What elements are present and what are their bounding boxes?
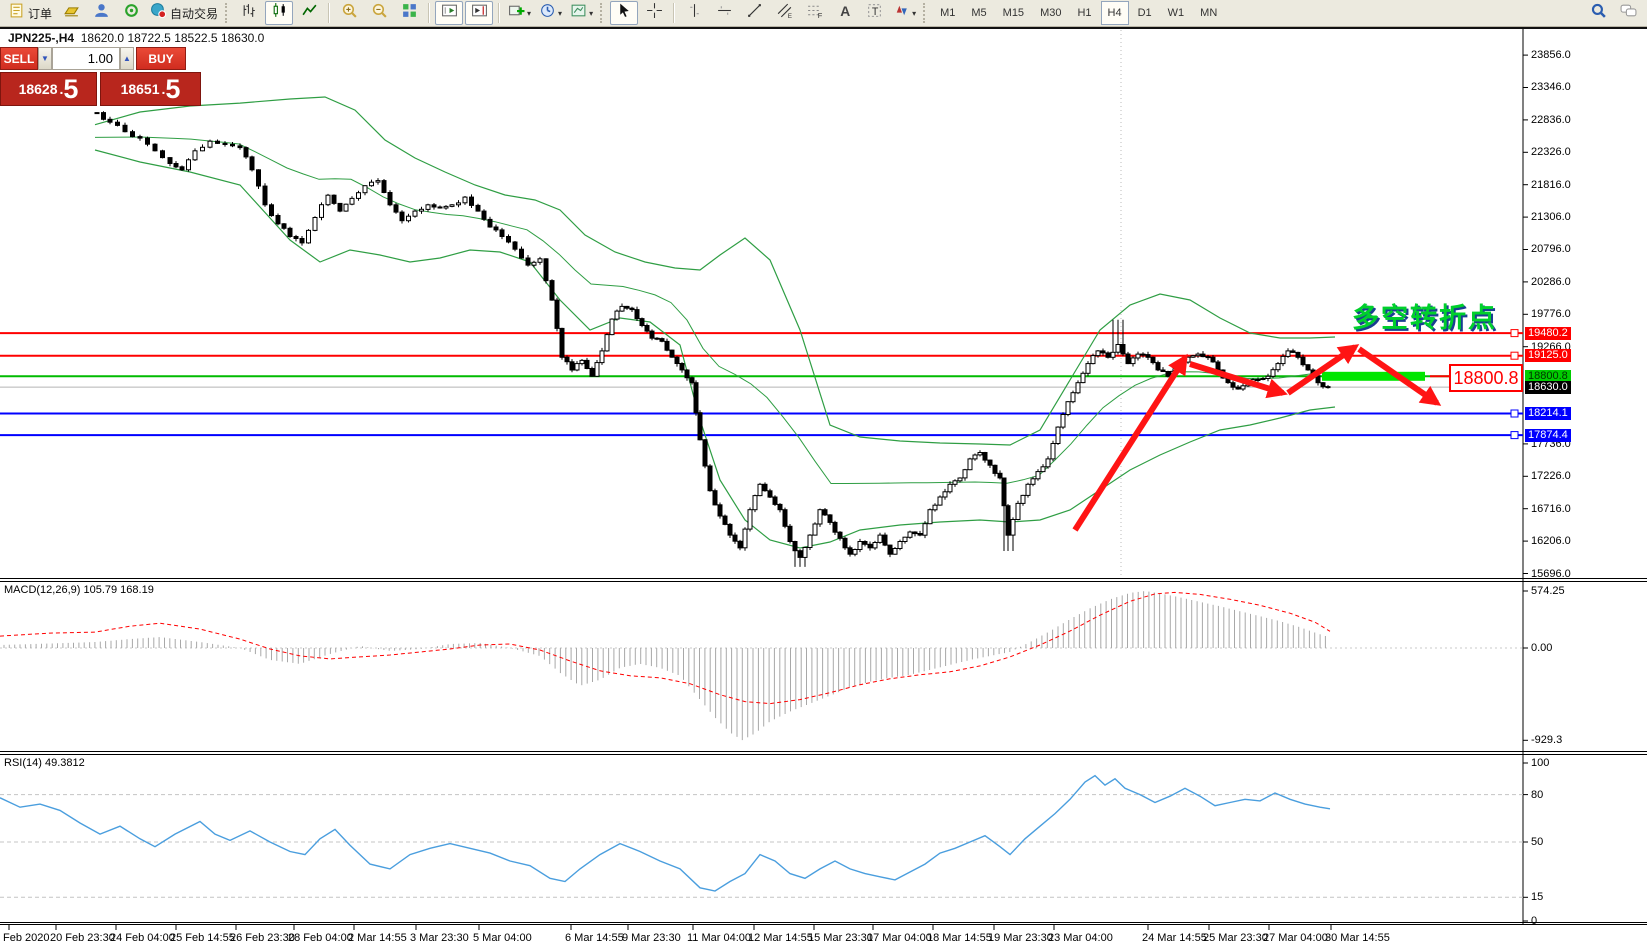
sell-price-tile[interactable]: 18628. 5 [0, 72, 97, 106]
bollinger-upper-band [94, 96, 1336, 446]
volume-decrease-button[interactable]: ▼ [38, 47, 52, 70]
price-badge-19125.0: 19125.0 [1525, 349, 1571, 362]
buy-button[interactable]: BUY [136, 47, 186, 70]
price-badge-19480.2: 19480.2 [1525, 327, 1571, 340]
bollinger-lower-band [94, 149, 1336, 549]
chart-ohlc-title: JPN225-,H4 18620.0 18722.5 18522.5 18630… [8, 31, 264, 45]
candlesticks [94, 111, 1331, 567]
macd-panel [0, 591, 1523, 741]
rsi-line [0, 774, 1331, 892]
one-click-trading-widget: SELL ▼ ▲ BUY 18628.5 18651.5 [0, 47, 203, 106]
buy-price-tile[interactable]: 18651. 5 [100, 72, 201, 106]
high-value: 18722.5 [127, 31, 171, 45]
volume-input[interactable] [52, 47, 120, 70]
buy-price-pip: 5 [165, 73, 181, 104]
sell-price-pip: 5 [63, 73, 79, 104]
rsi-indicator-label: RSI(14) 49.3812 [4, 757, 85, 769]
turning-point-annotation: 多空转折点 [1352, 303, 1497, 333]
price-badge-17874.4: 17874.4 [1525, 429, 1571, 442]
hline-handle[interactable] [1510, 351, 1519, 360]
trade-prices-row: 18628. 5 18651. 5 [0, 72, 203, 106]
volume-increase-button[interactable]: ▲ [120, 47, 134, 70]
support-highlight-bar [1322, 371, 1425, 381]
low-value: 18522.5 [174, 31, 218, 45]
close-value: 18630.0 [220, 31, 265, 45]
price-badge-18214.1: 18214.1 [1525, 407, 1571, 420]
bollinger-middle-band [94, 136, 1328, 484]
price-badge-18630.0: 18630.0 [1525, 381, 1571, 394]
trade-controls-row: SELL ▼ ▲ BUY [0, 47, 203, 70]
open-value: 18620.0 [80, 31, 125, 45]
main-chart-panel [0, 30, 1523, 577]
rsi-panel [0, 774, 1523, 898]
chart-canvas [0, 0, 1647, 947]
symbol-period-label: JPN225-,H4 [8, 31, 75, 45]
buy-price-main: 18651 [120, 81, 160, 97]
hline-handle[interactable] [1510, 329, 1519, 338]
price-level-label[interactable]: 18800.8 [1449, 364, 1523, 392]
hline-handle[interactable] [1510, 409, 1519, 418]
macd-indicator-label: MACD(12,26,9) 105.79 168.19 [4, 584, 154, 596]
mt4-terminal: 订单 自动交易 ▾ ▾ ▾ E F A T ▾ M1 M5 M15 M30 H1 H4 D1 W1 MN JPN22… [0, 0, 1647, 947]
hline-handle[interactable] [1510, 431, 1519, 440]
sell-price-main: 18628 [18, 81, 58, 97]
chart-svg [0, 29, 1647, 930]
sell-button[interactable]: SELL [0, 47, 38, 70]
